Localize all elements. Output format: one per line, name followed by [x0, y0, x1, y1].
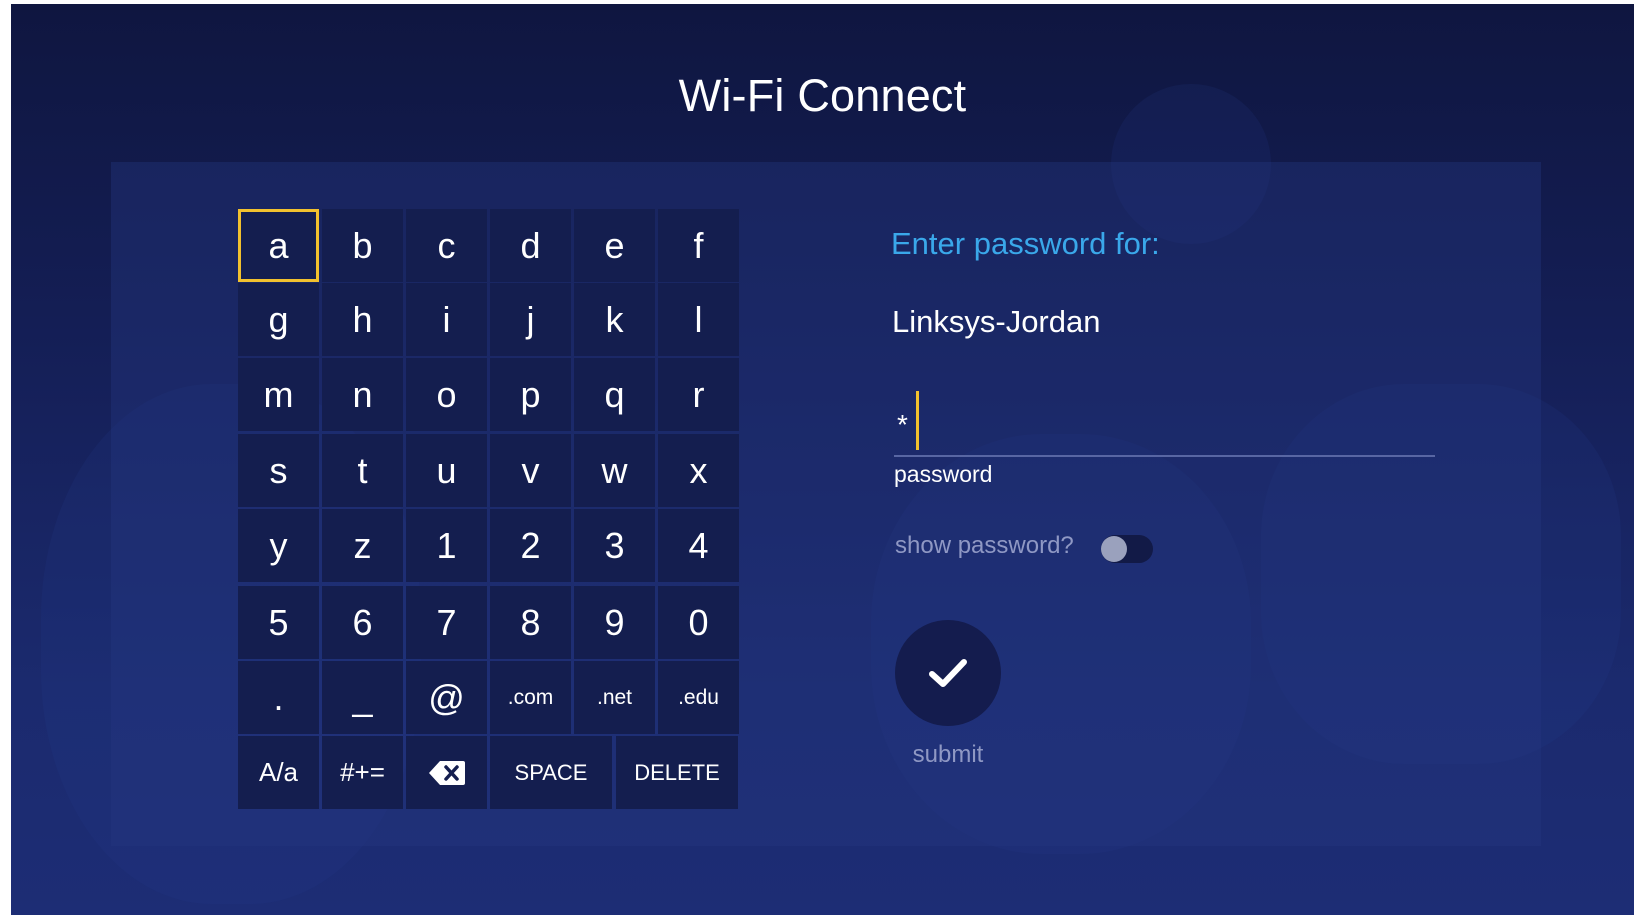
key-s[interactable]: s — [238, 434, 319, 507]
password-prompt: Enter password for: — [891, 226, 1160, 261]
show-password-toggle[interactable] — [1101, 535, 1153, 563]
key-b[interactable]: b — [322, 209, 403, 282]
key-y[interactable]: y — [238, 509, 319, 582]
password-input[interactable]: * — [894, 387, 1435, 457]
key-backspace[interactable] — [406, 736, 487, 809]
key-t[interactable]: t — [322, 434, 403, 507]
key-w[interactable]: w — [574, 434, 655, 507]
key-period[interactable]: . — [238, 661, 319, 734]
password-field-label: password — [894, 461, 993, 487]
key-dot-net[interactable]: .net — [574, 661, 655, 734]
key-m[interactable]: m — [238, 358, 319, 431]
key-g[interactable]: g — [238, 283, 319, 356]
submit-label: submit — [912, 741, 984, 768]
network-name: Linksys-Jordan — [892, 304, 1101, 339]
key-p[interactable]: p — [490, 358, 571, 431]
wifi-connect-screen: Wi-Fi Connect abcdef ghijkl mnopqr stuvwx yz… — [11, 4, 1634, 915]
key-a[interactable]: a — [238, 209, 319, 282]
key-9[interactable]: 9 — [574, 586, 655, 659]
show-password-label: show password? — [895, 532, 1074, 559]
key-space[interactable]: SPACE — [490, 736, 612, 809]
on-screen-keyboard: a b c d e f g h i j k l m n o p q r s t u v w x y z 1 2 3 4 5 6 7 8 9 0. _ @.… — [238, 209, 746, 809]
key-4[interactable]: 4 — [658, 509, 739, 582]
key-1[interactable]: 1 — [406, 509, 487, 582]
key-h[interactable]: h — [322, 283, 403, 356]
key-e[interactable]: e — [574, 209, 655, 282]
key-v[interactable]: v — [490, 434, 571, 507]
key-o[interactable]: o — [406, 358, 487, 431]
key-q[interactable]: q — [574, 358, 655, 431]
key-r[interactable]: r — [658, 358, 739, 431]
submit-button[interactable] — [895, 620, 1001, 726]
toggle-knob — [1101, 536, 1127, 562]
key-0[interactable]: 0 — [658, 586, 739, 659]
key-delete[interactable]: DELETE — [616, 736, 738, 809]
key-dot-edu[interactable]: .edu — [658, 661, 739, 734]
key-3[interactable]: 3 — [574, 509, 655, 582]
key-n[interactable]: n — [322, 358, 403, 431]
checkmark-icon — [929, 659, 967, 687]
key-c[interactable]: c — [406, 209, 487, 282]
password-value: * — [897, 409, 908, 440]
key-6[interactable]: 6 — [322, 586, 403, 659]
backspace-icon — [428, 760, 465, 785]
key-underscore[interactable]: _ — [322, 661, 403, 734]
key-d[interactable]: d — [490, 209, 571, 282]
key-u[interactable]: u — [406, 434, 487, 507]
key-k[interactable]: k — [574, 283, 655, 356]
text-cursor — [916, 391, 919, 450]
key-7[interactable]: 7 — [406, 586, 487, 659]
page-title: Wi-Fi Connect — [678, 70, 967, 121]
key-f[interactable]: f — [658, 209, 739, 282]
key-5[interactable]: 5 — [238, 586, 319, 659]
key-symbols[interactable]: #+= — [322, 736, 403, 809]
key-z[interactable]: z — [322, 509, 403, 582]
key-case-toggle[interactable]: A/a — [238, 736, 319, 809]
key-2[interactable]: 2 — [490, 509, 571, 582]
key-x[interactable]: x — [658, 434, 739, 507]
key-at[interactable]: @ — [406, 661, 487, 734]
key-8[interactable]: 8 — [490, 586, 571, 659]
key-l[interactable]: l — [658, 283, 739, 356]
key-dot-com[interactable]: .com — [490, 661, 571, 734]
key-i[interactable]: i — [406, 283, 487, 356]
key-j[interactable]: j — [490, 283, 571, 356]
